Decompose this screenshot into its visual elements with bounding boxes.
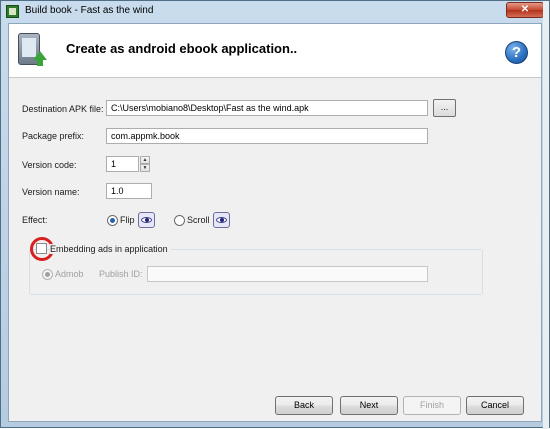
scroll-radio-label[interactable]: Scroll [187, 215, 210, 225]
embed-ads-label[interactable]: Embedding ads in application [50, 244, 171, 254]
version-code-label: Version code: [22, 160, 77, 170]
version-name-label: Version name: [22, 187, 80, 197]
dialog-client-area: Create as android ebook application.. ? … [8, 23, 542, 422]
build-book-window: Build book - Fast as the wind ✕ Create a… [0, 0, 550, 429]
version-code-stepper[interactable]: ▲ ▼ [140, 156, 150, 172]
destination-field[interactable]: C:\Users\mobiano8\Desktop\Fast as the wi… [106, 100, 428, 116]
flip-radio[interactable] [107, 215, 118, 226]
eye-icon [216, 217, 227, 223]
eye-icon [141, 217, 152, 223]
admob-label: Admob [55, 269, 84, 279]
export-arrow-stem [37, 60, 43, 66]
page-title: Create as android ebook application.. [66, 41, 298, 56]
back-button[interactable]: Back [275, 396, 333, 415]
title-bar[interactable]: Build book - Fast as the wind ✕ [1, 1, 549, 22]
flip-radio-label[interactable]: Flip [120, 215, 135, 225]
package-label: Package prefix: [22, 131, 85, 141]
cancel-button[interactable]: Cancel [466, 396, 524, 415]
window-right-edge [543, 1, 549, 429]
preview-scroll-button[interactable] [213, 212, 230, 228]
destination-label: Destination APK file: [22, 104, 104, 114]
finish-button: Finish [403, 396, 461, 415]
help-icon[interactable]: ? [505, 41, 528, 64]
preview-flip-button[interactable] [138, 212, 155, 228]
wizard-header: Create as android ebook application.. ? [9, 24, 541, 78]
export-arrow-icon [33, 51, 47, 60]
scroll-radio[interactable] [174, 215, 185, 226]
next-button[interactable]: Next [340, 396, 398, 415]
publish-id-field[interactable] [147, 266, 428, 282]
version-code-field[interactable]: 1 [106, 156, 139, 172]
publish-id-label: Publish ID: [99, 269, 143, 279]
effect-label: Effect: [22, 215, 48, 225]
close-button[interactable]: ✕ [506, 2, 544, 18]
stepper-up-icon[interactable]: ▲ [140, 156, 150, 164]
app-icon [6, 5, 19, 18]
package-field[interactable]: com.appmk.book [106, 128, 428, 144]
window-title: Build book - Fast as the wind [25, 5, 154, 16]
stepper-down-icon[interactable]: ▼ [140, 164, 150, 172]
admob-radio[interactable] [42, 269, 53, 280]
version-name-field[interactable]: 1.0 [106, 183, 152, 199]
browse-button[interactable]: ... [433, 99, 456, 117]
